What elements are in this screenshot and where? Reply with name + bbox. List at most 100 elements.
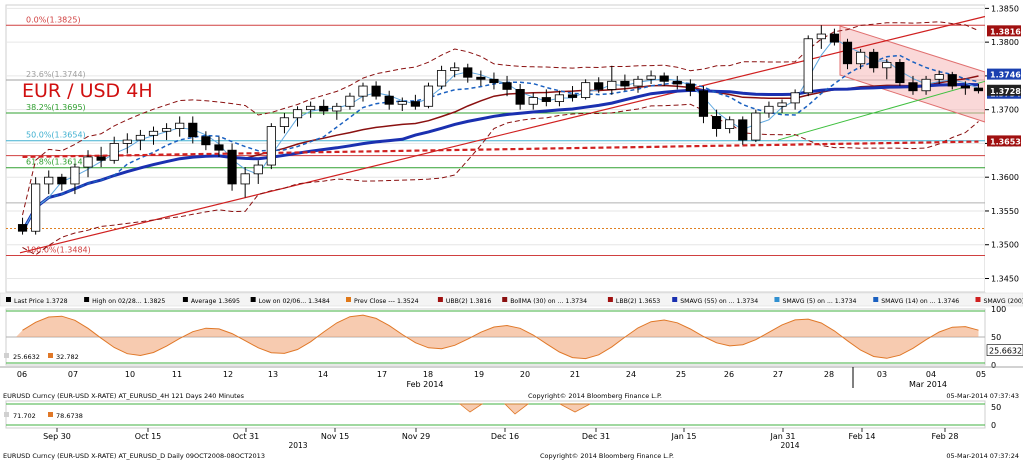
candle-body [70,166,80,185]
candle-body [410,101,420,107]
candle-body [882,62,892,69]
candle-body [659,75,669,82]
candle-body [829,33,840,43]
mini-x-label: Feb 14 [849,432,876,441]
osc-tick-label: 0 [991,361,996,370]
legend-swatch [250,297,256,302]
legend-entry: Low on 02/06... 1.3484 [259,298,330,305]
mini-x-label: Oct 31 [233,432,260,441]
candle-body [175,122,185,129]
candle-body [332,105,342,112]
candle-body [633,78,643,87]
y-tick-label: 1.3600 [991,173,1019,182]
candle-body [83,156,93,168]
price-tag-label: 1.3816 [990,27,1021,36]
x-day-label: 17 [377,370,387,379]
mini-value-2: 78.6738 [56,412,83,420]
price-tag-label: 1.3746 [990,71,1021,80]
candle-body [895,62,905,84]
candle-body [790,92,800,104]
candle-body [240,173,250,185]
candle-body [908,82,918,92]
fib-label: 23.6%(1.3744) [26,70,86,79]
candle-body [109,143,119,161]
candle-body [567,94,578,98]
legend-swatch [873,297,879,302]
mini-x-label: Oct 15 [135,432,162,441]
candle-body [816,33,826,40]
candle-body [646,75,656,80]
candle-body [397,101,407,105]
y-tick-label: 1.3800 [991,38,1019,47]
fib-label: 61.8%(1.3614) [26,158,86,167]
candle-body [31,183,41,232]
legend-entry: SMAVG (14) on ... 1.3746 [881,298,959,305]
mini-swatch-1 [4,412,9,417]
legend-swatch [182,297,188,302]
candle-body [384,95,394,105]
candle-body [476,76,486,80]
footer-center: Copyright© 2014 Bloomberg Finance L.P. [540,452,674,460]
x-day-label: 28 [824,370,834,379]
x-day-label: 24 [626,370,636,379]
x-day-label: 21 [570,370,580,379]
fib-label: 100.0%(1.3484) [26,246,91,255]
candle-body [803,38,813,94]
candle-body [44,176,54,185]
osc-tick-label: 50 [991,333,1001,342]
x-day-label: 20 [520,370,530,379]
candle-body [869,51,879,69]
legend-swatch [502,297,508,302]
mini-tick-label: 50 [991,403,1001,412]
candle-body [57,176,67,185]
candle-body [96,156,106,161]
x-day-label: 04 [926,370,936,379]
osc-tag-label: 25.6632 [989,347,1022,356]
y-tick-label: 1.3500 [991,241,1019,250]
candle-body [554,94,565,102]
osc-value-1: 25.6632 [13,353,40,361]
candle-body [921,78,931,92]
x-day-label: 12 [223,370,233,379]
x-day-label: 11 [172,370,182,379]
candle-body [856,51,866,65]
osc-tick-label: 100 [991,305,1006,314]
mini-tick-label: 0 [991,421,996,430]
mini-area [5,400,986,429]
candle-body [738,119,748,141]
candle-body [502,82,512,90]
legend-entry: High on 02/28... 1.3825 [92,298,165,305]
candle-body [266,126,276,166]
x-day-label: 26 [724,370,734,379]
y-tick-label: 1.3550 [991,207,1019,216]
x-day-label: 10 [125,370,135,379]
candle-body [489,78,499,84]
fib-label: 0.0%(1.3825) [26,15,81,24]
legend-swatch [672,297,678,302]
candle-body [515,89,525,105]
legend-swatch [437,297,443,302]
x-month-label: Mar 2014 [909,380,947,389]
mini-x-label: Dec 16 [491,432,519,441]
candle-body [620,80,630,87]
x-day-label: 03 [877,370,887,379]
mini-x-label: Jan 31 [769,432,795,441]
y-tick-label: 1.3700 [991,106,1019,115]
candle-body [698,90,709,117]
legend-swatch [607,297,613,302]
mini-swatch-2 [48,412,53,417]
mini-year-label: 2013 [288,441,307,450]
legend-swatch [84,297,90,302]
legend-swatch [774,297,780,302]
candle-body [306,105,316,111]
candle-body [960,85,970,89]
mini-value-1: 71.702 [13,412,36,420]
price-tag-label: 1.3653 [990,137,1021,146]
legend-entry: SMAVG (5) on ... 1.3734 [782,298,856,305]
candle-body [685,83,695,92]
legend-entry: UBB(2) 1.3816 [446,298,491,305]
candle-body [292,109,303,119]
candle-body [463,67,473,78]
x-day-label: 25 [676,370,686,379]
fib-label: 38.2%(1.3695) [26,103,86,112]
